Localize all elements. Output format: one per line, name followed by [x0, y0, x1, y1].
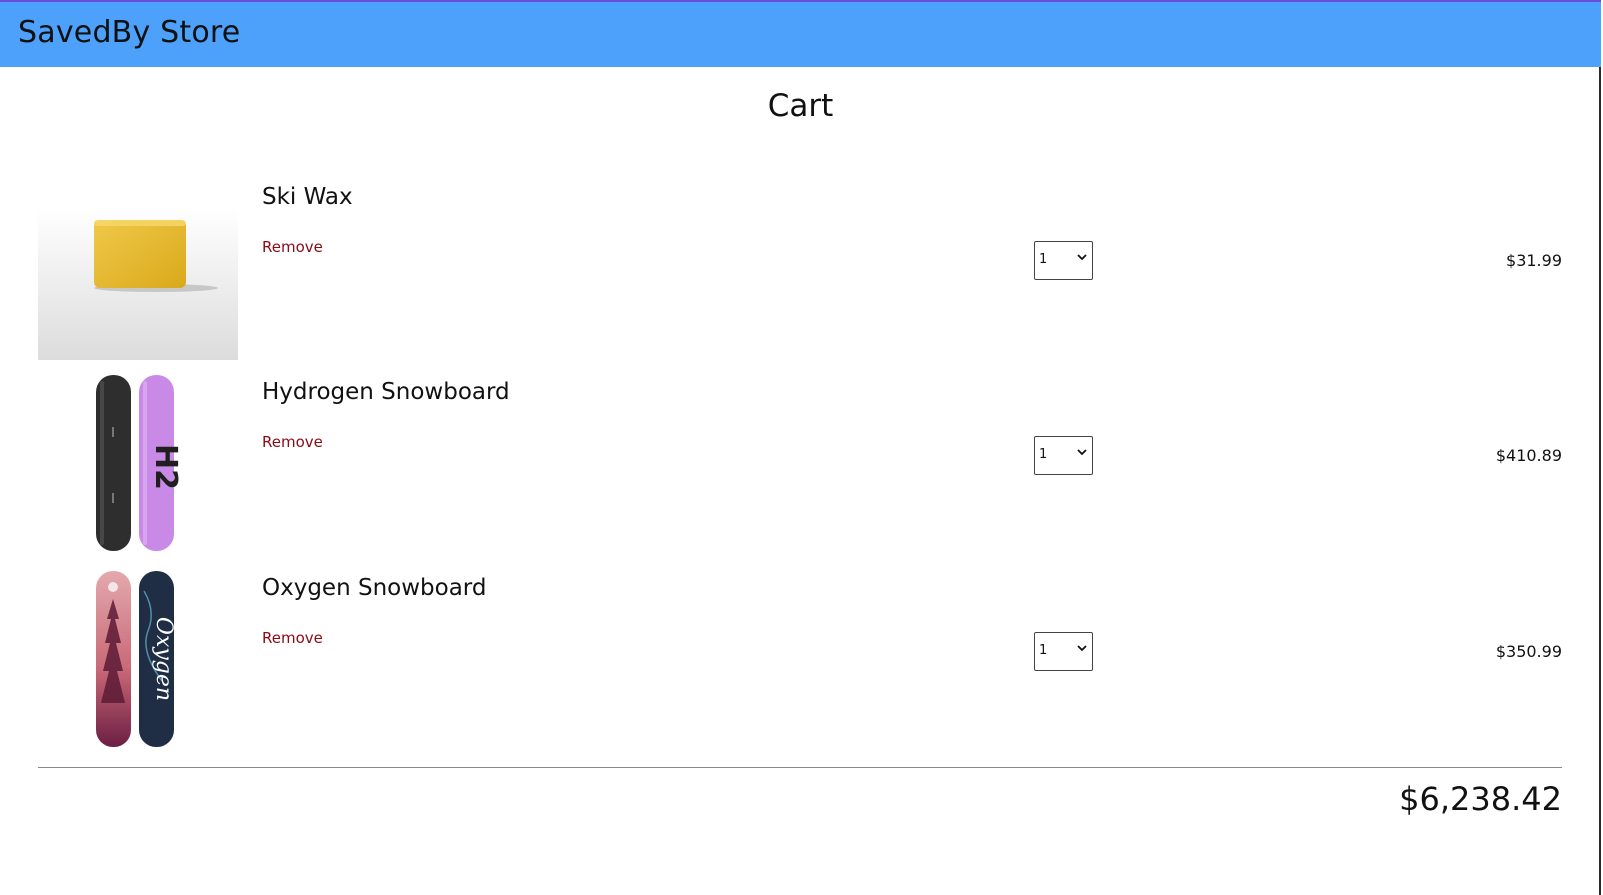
ski-wax-image[interactable]: [38, 180, 238, 360]
cart-item: H2 Hydrogen Snowboard Remove 1 $410.89: [38, 375, 1562, 555]
cart-item: Oxygen Oxygen Snowboard Remove 1 $350.99: [38, 571, 1562, 751]
chevron-down-icon: [1077, 254, 1087, 261]
item-price: $31.99: [1506, 251, 1562, 270]
quantity-select[interactable]: 1: [1034, 241, 1093, 280]
oxygen-snowboard-image[interactable]: Oxygen: [38, 571, 238, 751]
store-logo[interactable]: SavedBy Store: [18, 15, 240, 50]
site-header: SavedBy Store: [0, 0, 1601, 67]
hydrogen-snowboard-image[interactable]: H2: [38, 375, 238, 555]
hydrogen-snowboard-graphic: H2: [96, 375, 183, 551]
svg-text:H2: H2: [148, 444, 183, 490]
cart-total: $6,238.42: [1399, 780, 1562, 818]
oxygen-snowboard-graphic: Oxygen: [96, 571, 176, 747]
remove-button[interactable]: Remove: [262, 629, 323, 647]
quantity-select[interactable]: 1: [1034, 632, 1093, 671]
remove-button[interactable]: Remove: [262, 433, 323, 451]
item-price: $410.89: [1495, 446, 1562, 465]
item-price: $350.99: [1495, 642, 1562, 661]
quantity-select[interactable]: 1: [1034, 436, 1093, 475]
chevron-down-icon: [1077, 449, 1087, 456]
cart-divider: [38, 767, 1562, 768]
quantity-value: 1: [1039, 447, 1048, 462]
item-name[interactable]: Oxygen Snowboard: [262, 575, 486, 601]
page-title: Cart: [767, 88, 834, 124]
ski-wax-image-graphic: [38, 208, 238, 360]
remove-button[interactable]: Remove: [262, 238, 323, 256]
cart-item: Ski Wax Remove 1 $31.99: [38, 180, 1562, 360]
item-name[interactable]: Ski Wax: [262, 184, 353, 210]
quantity-value: 1: [1039, 643, 1048, 658]
item-name[interactable]: Hydrogen Snowboard: [262, 379, 510, 405]
quantity-value: 1: [1039, 252, 1048, 267]
chevron-down-icon: [1077, 645, 1087, 652]
svg-text:Oxygen: Oxygen: [151, 617, 176, 701]
